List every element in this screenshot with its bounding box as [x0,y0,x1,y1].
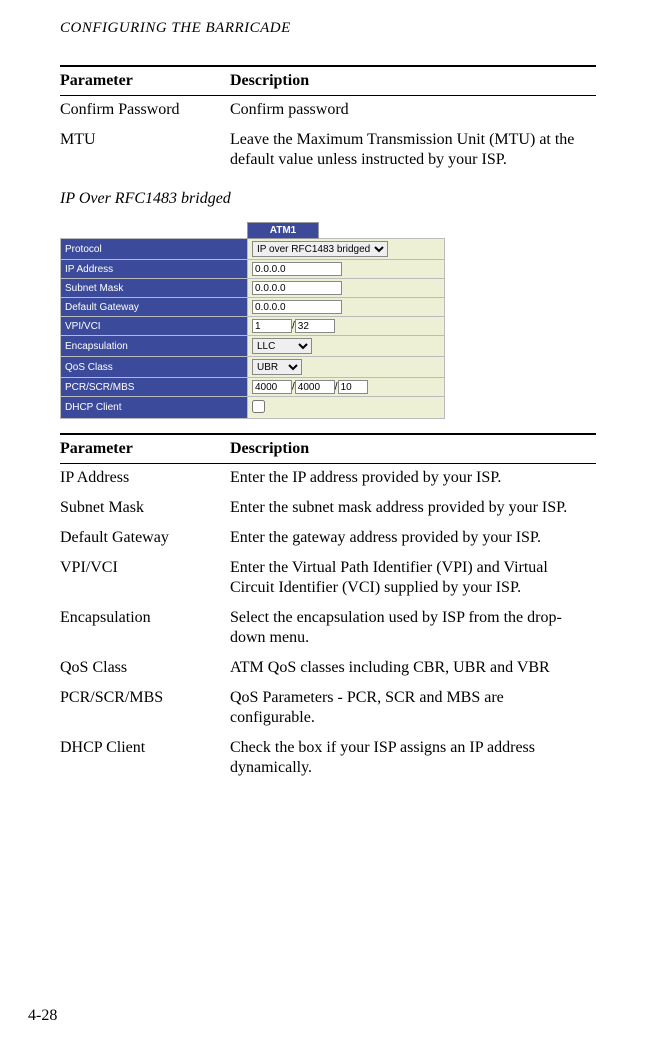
table-row: DHCP ClientCheck the box if your ISP ass… [60,734,596,784]
cell-param: QoS Class [60,654,230,684]
th-description: Description [230,434,596,464]
table-row: Default GatewayEnter the gateway address… [60,524,596,554]
cell-param: IP Address [60,464,230,495]
param-table-1: Parameter Description Confirm Password C… [60,65,596,176]
table-row: QoS ClassATM QoS classes including CBR, … [60,654,596,684]
section-title: IP Over RFC1483 bridged [60,190,596,208]
label-gateway: Default Gateway [61,298,248,317]
encapsulation-select[interactable]: LLC [252,338,312,354]
cell-param: Subnet Mask [60,494,230,524]
running-header: CONFIGURING THE BARRICADE [60,20,596,37]
param-table-2: Parameter Description IP AddressEnter th… [60,433,596,784]
vpi-input[interactable] [252,319,292,333]
protocol-select[interactable]: IP over RFC1483 bridged [252,241,388,257]
atm-column-header: ATM1 [248,223,319,239]
config-screenshot: ATM1 Protocol IP over RFC1483 bridged IP… [60,222,445,419]
th-parameter: Parameter [60,434,230,464]
table-row: VPI/VCIEnter the Virtual Path Identifier… [60,554,596,604]
table-row: IP AddressEnter the IP address provided … [60,464,596,495]
cell-param: DHCP Client [60,734,230,784]
cell-desc: Select the encapsulation used by ISP fro… [230,604,596,654]
cell-desc: Enter the gateway address provided by yo… [230,524,596,554]
ip-address-input[interactable] [252,262,342,276]
cell-param: PCR/SCR/MBS [60,684,230,734]
table-row: Confirm Password Confirm password [60,96,596,127]
th-parameter: Parameter [60,66,230,96]
table-row: PCR/SCR/MBSQoS Parameters - PCR, SCR and… [60,684,596,734]
cell-param: Confirm Password [60,96,230,127]
label-encap: Encapsulation [61,336,248,357]
cell-desc: Confirm password [230,96,596,127]
label-subnet: Subnet Mask [61,279,248,298]
cell-desc: Enter the IP address provided by your IS… [230,464,596,495]
label-pcr: PCR/SCR/MBS [61,378,248,397]
qos-class-select[interactable]: UBR [252,359,302,375]
label-vpivci: VPI/VCI [61,317,248,336]
cell-param: VPI/VCI [60,554,230,604]
subnet-mask-input[interactable] [252,281,342,295]
cell-param: Encapsulation [60,604,230,654]
table-row: EncapsulationSelect the encapsulation us… [60,604,596,654]
cell-desc: Check the box if your ISP assigns an IP … [230,734,596,784]
cell-param: MTU [60,126,230,176]
table-row: Subnet MaskEnter the subnet mask address… [60,494,596,524]
cell-desc: ATM QoS classes including CBR, UBR and V… [230,654,596,684]
scr-input[interactable] [295,380,335,394]
vci-input[interactable] [295,319,335,333]
page-number: 4-28 [28,1007,57,1025]
label-dhcp: DHCP Client [61,397,248,419]
cell-desc: Enter the Virtual Path Identifier (VPI) … [230,554,596,604]
th-description: Description [230,66,596,96]
dhcp-client-checkbox[interactable] [252,400,265,413]
table-row: MTU Leave the Maximum Transmission Unit … [60,126,596,176]
label-protocol: Protocol [61,239,248,260]
default-gateway-input[interactable] [252,300,342,314]
pcr-input[interactable] [252,380,292,394]
cell-param: Default Gateway [60,524,230,554]
label-qos: QoS Class [61,357,248,378]
mbs-input[interactable] [338,380,368,394]
cell-desc: Enter the subnet mask address provided b… [230,494,596,524]
cell-desc: QoS Parameters - PCR, SCR and MBS are co… [230,684,596,734]
cell-desc: Leave the Maximum Transmission Unit (MTU… [230,126,596,176]
label-ip: IP Address [61,260,248,279]
